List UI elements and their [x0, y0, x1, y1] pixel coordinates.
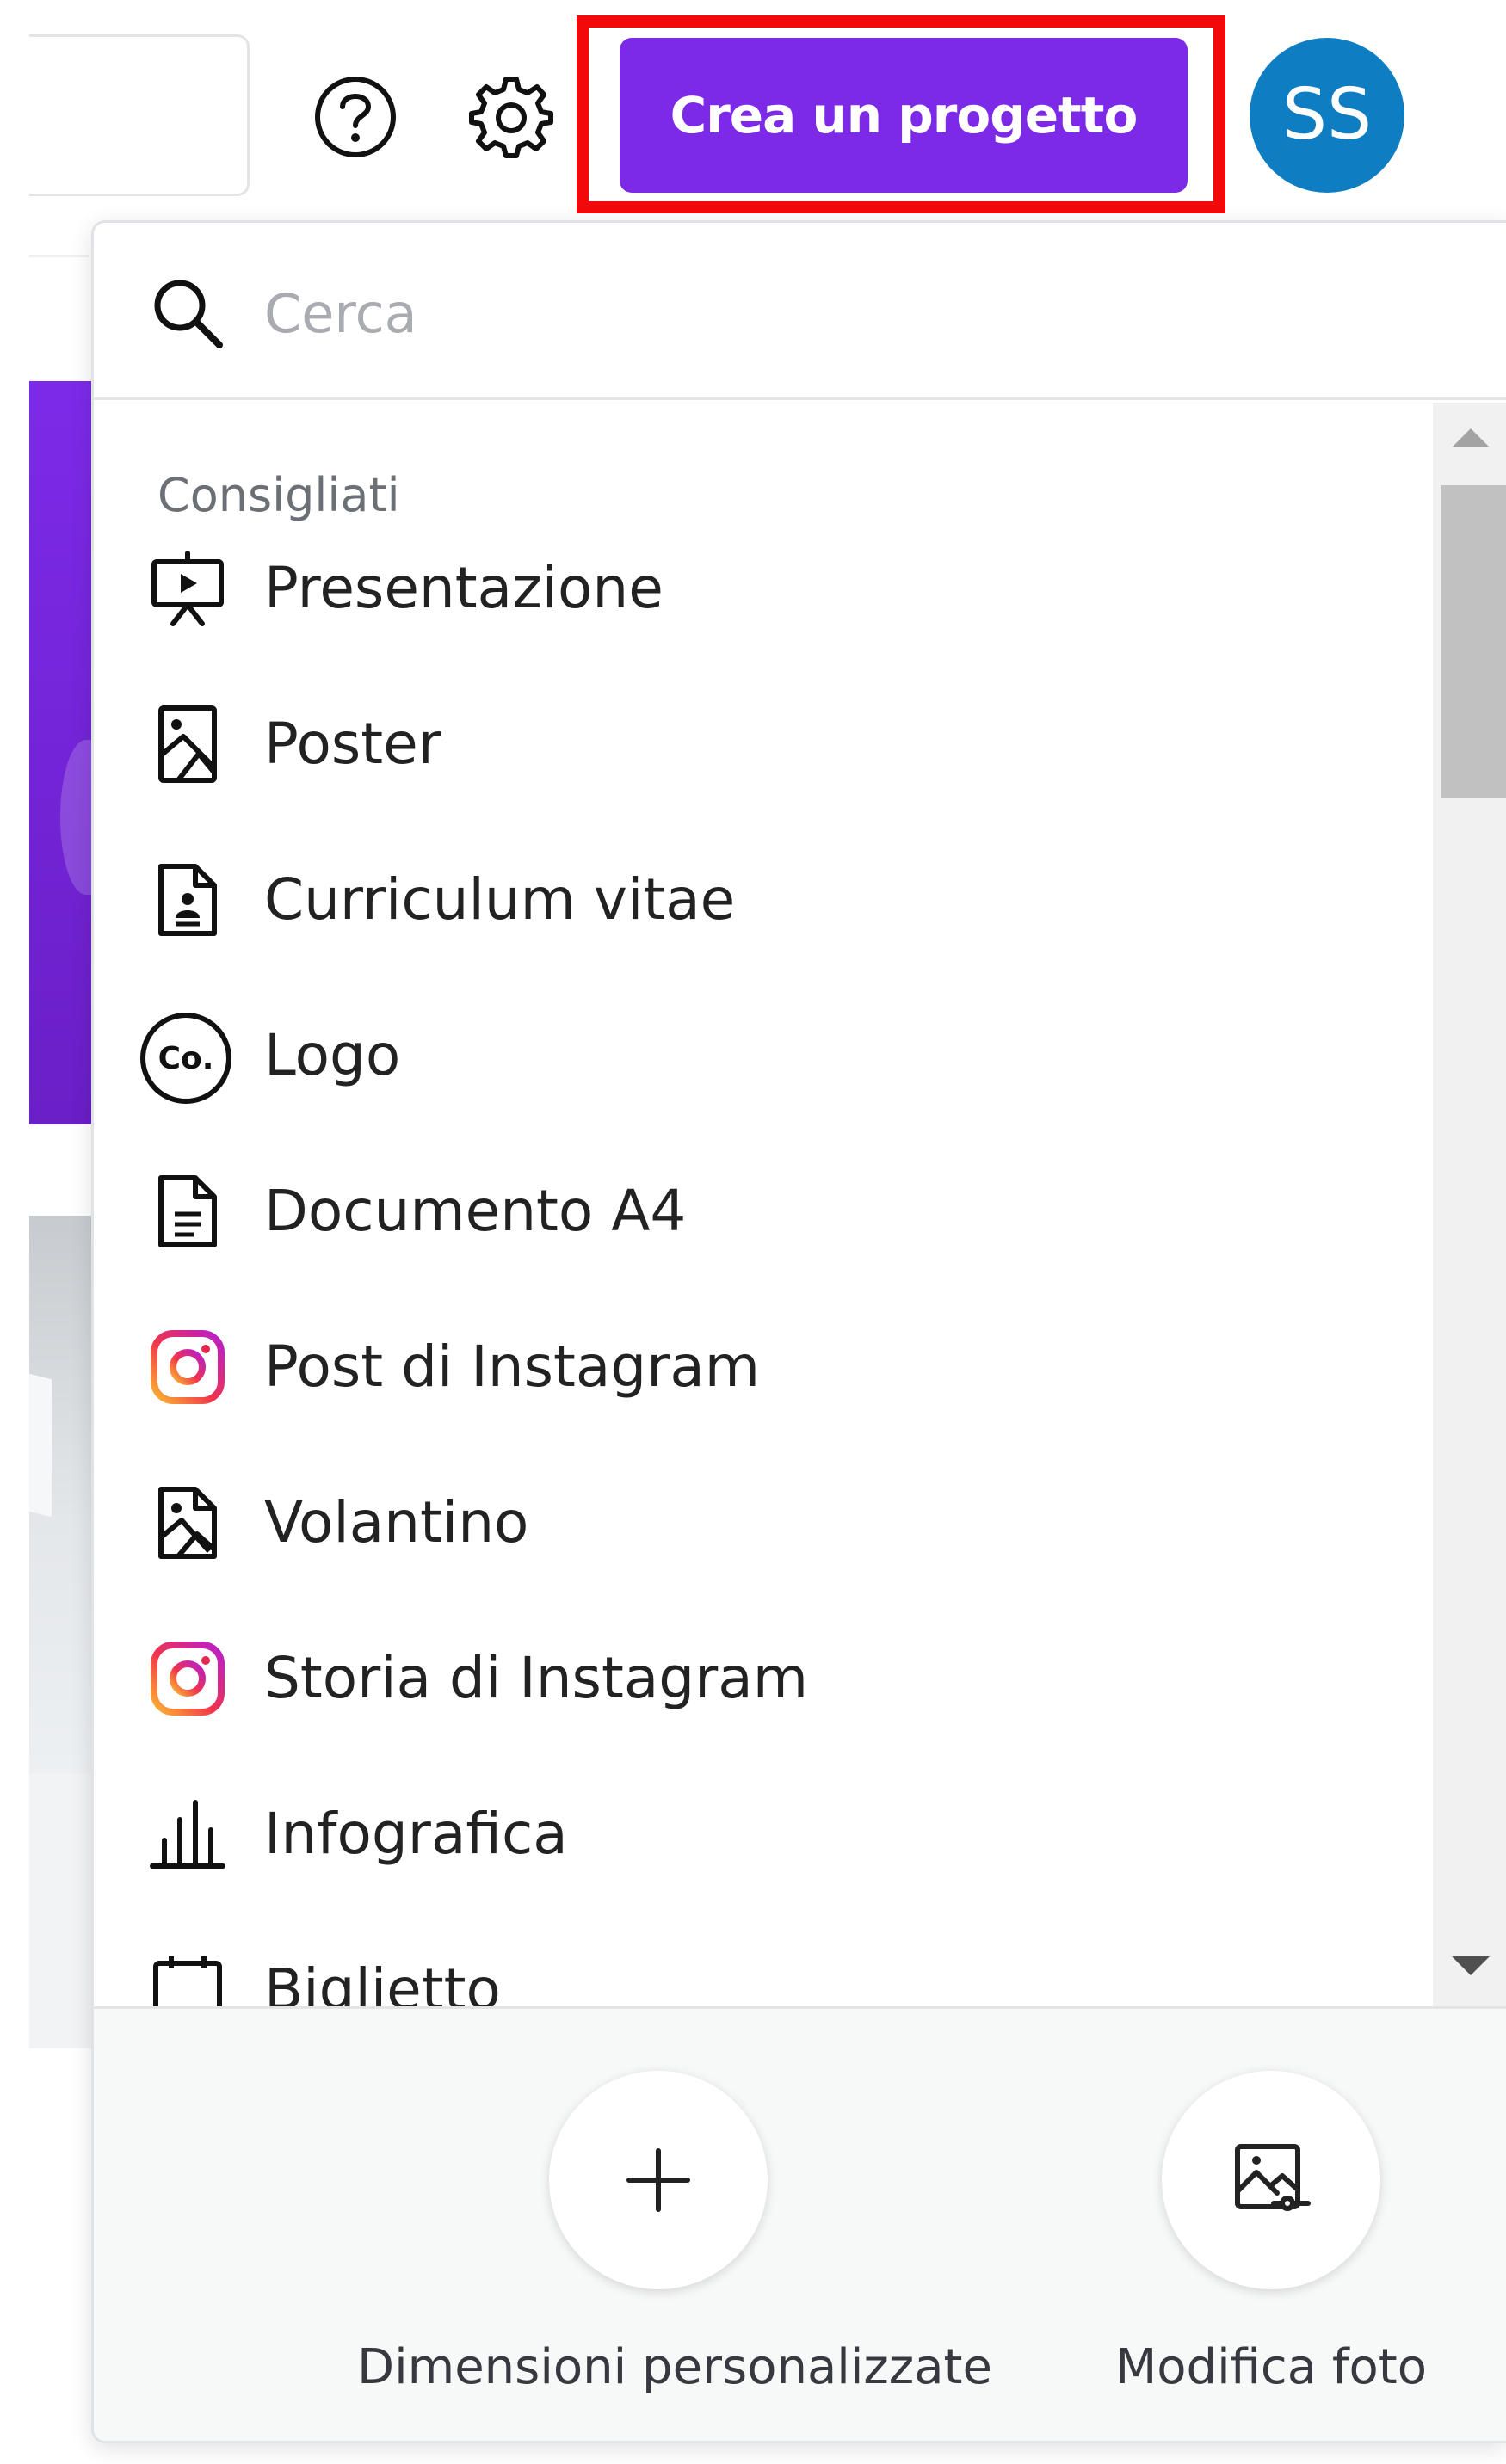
list-item-label: Poster: [264, 711, 441, 777]
list-scrollbar[interactable]: [1433, 403, 1506, 2006]
dropdown-footer: Dimensioni personalizzate Modifica foto: [94, 2006, 1506, 2441]
design-type-list: Consigliati Presentazione Poster Curricu…: [94, 403, 1433, 2006]
list-item-label: Infografica: [264, 1801, 568, 1867]
poster-icon: [158, 705, 217, 783]
scrollbar-thumb[interactable]: [1441, 485, 1506, 798]
list-item-instagram-story[interactable]: Storia di Instagram: [94, 1601, 1433, 1757]
list-item-instagram-post[interactable]: Post di Instagram: [94, 1290, 1433, 1445]
top-search-box[interactable]: [29, 34, 250, 196]
list-item-label: Logo: [264, 1022, 401, 1088]
flyer-icon: [158, 1487, 217, 1559]
header-divider: [29, 255, 89, 257]
list-item-resume[interactable]: Curriculum vitae: [94, 822, 1433, 978]
list-item-label: Biglietto: [264, 1956, 501, 2006]
question-circle-icon: [315, 77, 396, 157]
resume-icon: [158, 864, 217, 936]
edit-photo-button[interactable]: [1162, 2071, 1380, 2289]
card-icon: [153, 1956, 222, 2006]
list-item-label: Storia di Instagram: [264, 1645, 809, 1711]
dropdown-search-row: [94, 223, 1506, 400]
design-search-input[interactable]: [264, 266, 1383, 360]
create-design-button[interactable]: Crea un progetto: [620, 38, 1188, 193]
search-icon: [154, 280, 223, 348]
list-item-card[interactable]: Biglietto: [94, 1913, 1433, 2006]
instagram-icon: [151, 1642, 225, 1716]
create-design-dropdown: Consigliati Presentazione: [91, 220, 1506, 2443]
gear-icon: [469, 77, 553, 158]
background-photo-paper: [29, 1373, 52, 1518]
edit-photo-action[interactable]: Modifica foto: [970, 2009, 1506, 2441]
user-avatar[interactable]: SS: [1250, 38, 1404, 193]
presentation-icon: [151, 551, 224, 626]
logo-co-icon: Co.: [140, 1013, 231, 1104]
scroll-down-arrow-icon[interactable]: [1452, 1956, 1490, 1975]
list-item-poster[interactable]: Poster: [94, 667, 1433, 822]
help-button[interactable]: [312, 74, 398, 160]
document-icon: [158, 1175, 217, 1247]
list-item-flyer[interactable]: Volantino: [94, 1445, 1433, 1601]
settings-button[interactable]: [468, 74, 554, 160]
background-section: [29, 1773, 98, 2048]
list-item-presentation[interactable]: Presentazione: [94, 511, 1433, 667]
list-item-a4-document[interactable]: Documento A4: [94, 1134, 1433, 1290]
list-item-infographic[interactable]: Infografica: [94, 1757, 1433, 1913]
instagram-icon: [151, 1330, 225, 1404]
custom-size-button[interactable]: [549, 2071, 768, 2289]
list-item-label: Post di Instagram: [264, 1334, 761, 1400]
photo-edit-icon: [1235, 2144, 1311, 2211]
plus-icon: [626, 2148, 690, 2212]
list-item-logo[interactable]: Co. Logo: [94, 978, 1433, 1134]
scroll-up-arrow-icon[interactable]: [1452, 428, 1490, 447]
custom-size-label: Dimensioni personalizzate: [357, 2339, 992, 2395]
list-item-label: Volantino: [264, 1489, 529, 1555]
custom-size-action[interactable]: Dimensioni personalizzate: [357, 2009, 992, 2441]
edit-photo-label: Modifica foto: [1114, 2339, 1428, 2395]
list-item-label: Presentazione: [264, 555, 664, 621]
list-item-label: Documento A4: [264, 1178, 687, 1244]
list-item-label: Curriculum vitae: [264, 866, 736, 933]
svg-text:Co.: Co.: [158, 1041, 214, 1076]
bar-chart-icon: [150, 1800, 225, 1869]
